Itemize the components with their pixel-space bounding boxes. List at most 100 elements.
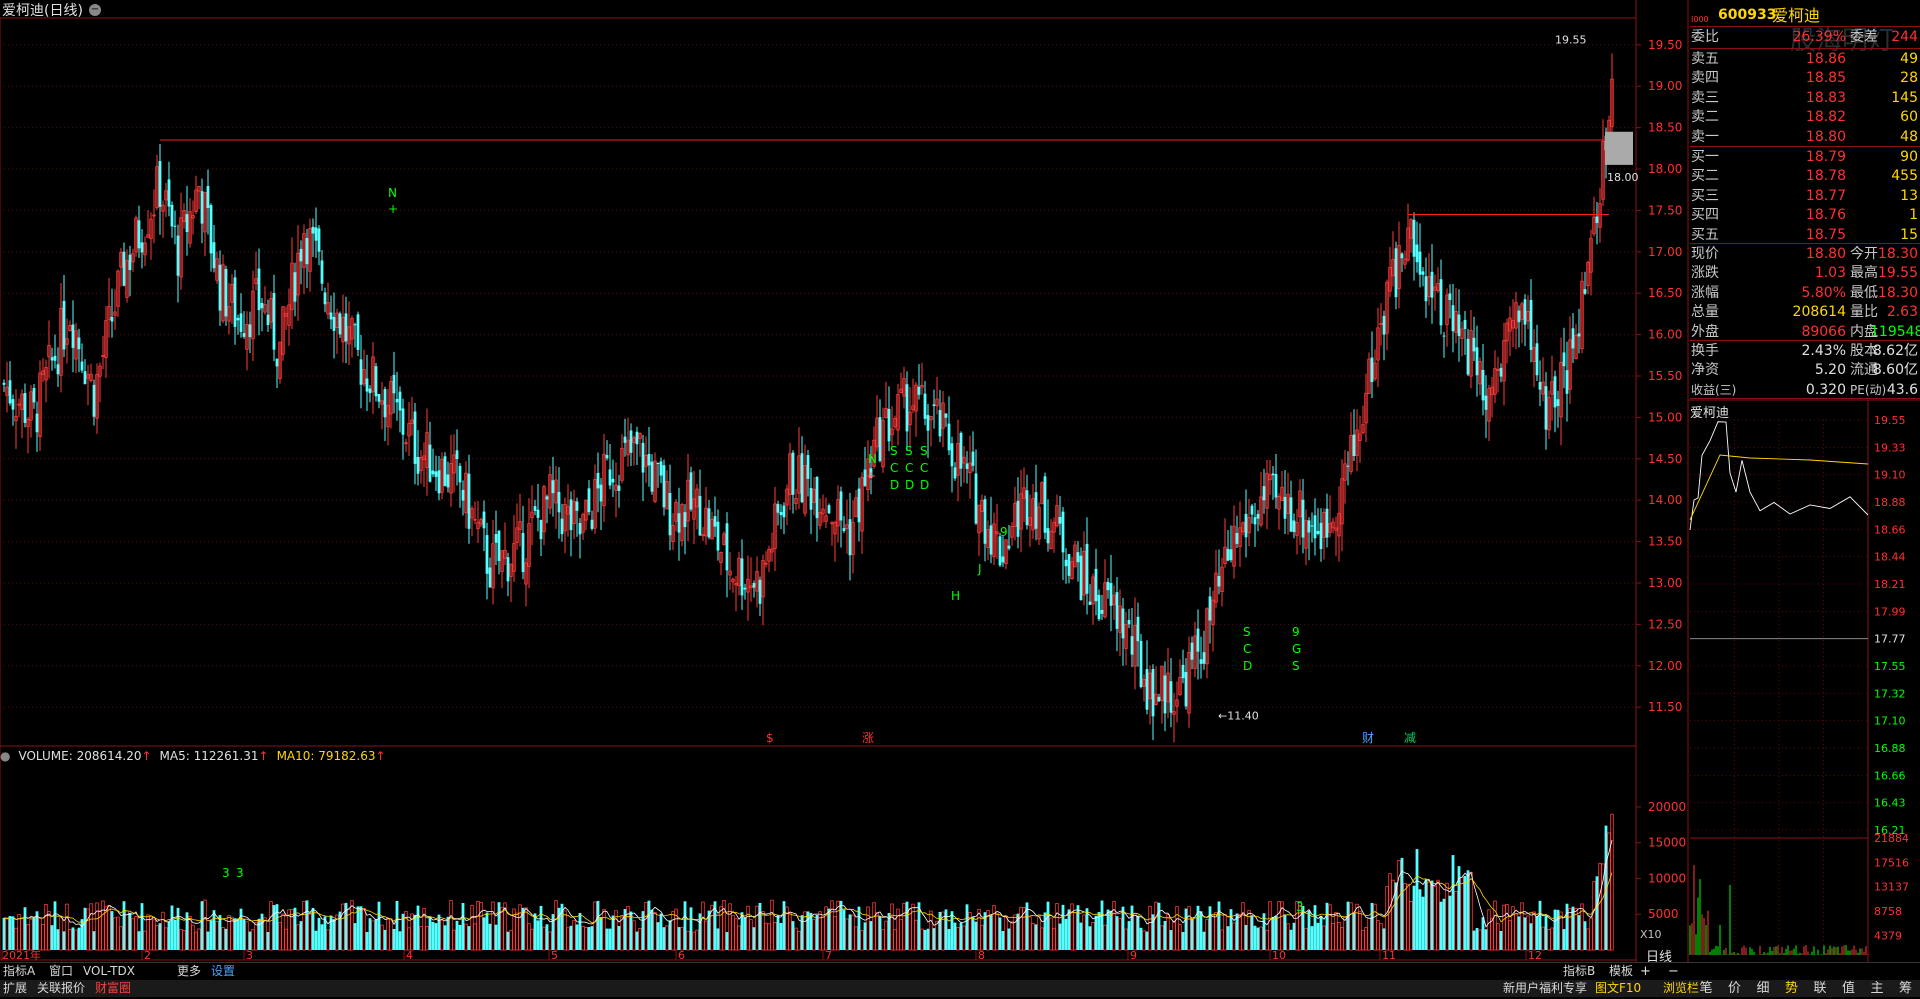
candle-body (1310, 525, 1314, 527)
candle-body (173, 225, 177, 227)
candle-body (485, 535, 489, 574)
tab-4[interactable]: 设置 (208, 963, 238, 980)
fundamental-row: 换手 2.43% 股本 8.62亿 (1690, 342, 1920, 361)
price-tick-label: 14.00 (1648, 493, 1682, 507)
candle-body (377, 394, 381, 402)
candle-body (218, 264, 222, 311)
bottom-toolbar: 指标A 窗口 VOL-TDX 更多 设置 指标B 模板 (0, 962, 1920, 980)
candle-body (1199, 659, 1203, 664)
tab-1[interactable]: 模板 (1606, 963, 1636, 980)
quote-tab-0[interactable]: 笔 (1692, 980, 1720, 997)
bid-row[interactable]: 买一 18.79 90 (1690, 148, 1920, 167)
minus-circle-icon[interactable]: − (88, 4, 101, 16)
candle-body (605, 454, 609, 459)
candle-body (311, 226, 315, 234)
tab-1[interactable]: 关联报价 (34, 980, 88, 997)
candle-body (170, 204, 174, 227)
bid-row[interactable]: 买五 18.75 15 (1690, 226, 1920, 245)
tab-1[interactable]: 窗口 (46, 963, 76, 980)
quote-tab-6[interactable]: 主 (1863, 980, 1891, 997)
volume-bar (803, 911, 807, 951)
candle-body (428, 444, 432, 482)
settings-dot-icon[interactable]: ● (0, 749, 10, 763)
bottom-status-bar: 扩展 关联报价 财富圈 新用户福利专享 图文F10 浏览栏 (0, 980, 1920, 997)
stat-value: 18.80 (1805, 246, 1846, 262)
volume-bar (428, 916, 432, 950)
volume-bar (1118, 918, 1122, 951)
candle-body (1424, 276, 1428, 302)
zoom-in-button[interactable]: + (1640, 964, 1651, 979)
volume-bar (1463, 875, 1467, 950)
candle-body (839, 491, 843, 521)
candle-body (1292, 520, 1296, 533)
volume-bar (524, 907, 528, 951)
candle-body (1046, 528, 1050, 544)
quote-tab-1[interactable]: 价 (1721, 980, 1749, 997)
quote-tab-7[interactable]: 筹 (1892, 980, 1920, 997)
ask-row[interactable]: 卖二 18.82 60 (1690, 108, 1920, 127)
tab-1[interactable]: 图文F10 (1592, 980, 1644, 997)
signal-marker: 9 (1292, 625, 1300, 639)
volume-bar (1349, 902, 1353, 951)
kline-chart[interactable]: 18.00 19.55 ←11.40 19.50 19.00 18.50 18.00 17.… (0, 0, 1920, 999)
row-label: 卖一 (1691, 128, 1719, 145)
candle-body (1079, 555, 1083, 601)
row-price: 18.77 (1805, 187, 1846, 204)
tab-0[interactable]: 扩展 (0, 980, 30, 997)
tab-2[interactable]: 财富圈 (92, 980, 134, 997)
candle-body (233, 277, 237, 327)
volume-bar (59, 916, 63, 951)
volume-bar (161, 911, 165, 951)
candle-body (50, 357, 54, 361)
candle-body (437, 470, 441, 494)
volume-bar (434, 923, 438, 950)
quote-tab-2[interactable]: 细 (1749, 980, 1777, 997)
candle-body (1583, 289, 1587, 294)
candle-body (1085, 543, 1089, 594)
volume-bar (1046, 901, 1050, 950)
volume-bar (218, 915, 222, 950)
quote-tab-4[interactable]: 联 (1806, 980, 1834, 997)
time-tick-label: 11 (1382, 949, 1396, 962)
candle-body (1283, 496, 1287, 519)
ask-row[interactable]: 卖一 18.80 48 (1690, 128, 1920, 147)
volume-bar (1232, 922, 1236, 951)
high-price-label: 19.55 (1555, 34, 1587, 47)
bid-row[interactable]: 买四 18.76 1 (1690, 206, 1920, 225)
volume-bar (479, 902, 483, 951)
tab-2[interactable]: VOL-TDX (80, 963, 138, 980)
volume-bar (989, 915, 993, 950)
stat-label: 外盘 (1691, 323, 1719, 340)
zoom-out-button[interactable]: − (1668, 964, 1679, 979)
ask-row[interactable]: 卖五 18.86 49 (1690, 50, 1920, 69)
candle-body (446, 474, 450, 488)
bid-row[interactable]: 买二 18.78 455 (1690, 167, 1920, 186)
tab-0[interactable]: 指标B (1560, 963, 1598, 980)
volume-bar (605, 928, 609, 950)
quote-tab-3[interactable]: 势 (1778, 980, 1806, 997)
tab-0[interactable]: 新用户福利专享 (1500, 980, 1590, 997)
candle-body (557, 491, 561, 513)
volume-bar (1178, 924, 1182, 951)
ask-row[interactable]: 卖四 18.85 28 (1690, 69, 1920, 88)
volume-bar (245, 921, 249, 951)
volume-bar (515, 912, 519, 951)
bid-row[interactable]: 买三 18.77 13 (1690, 187, 1920, 206)
tab-0[interactable]: 指标A (0, 963, 38, 980)
price-tick-label: 17.00 (1648, 245, 1682, 259)
volume-bar (68, 929, 72, 951)
tab-3[interactable]: 更多 (174, 963, 204, 980)
ask-row[interactable]: 卖三 18.83 145 (1690, 89, 1920, 108)
stat-value: 2.43% (1801, 343, 1846, 359)
quote-tab-5[interactable]: 值 (1835, 980, 1863, 997)
intraday-price-label: 16.43 (1874, 797, 1906, 810)
candle-body (659, 461, 663, 476)
stat-value: 8.62亿 (1872, 343, 1918, 359)
volume-bar (149, 915, 153, 951)
volume-bar (239, 908, 243, 950)
volume-bar (1412, 885, 1416, 950)
price-tick-label: 11.50 (1648, 700, 1682, 714)
candle-body (167, 179, 171, 207)
volume-bar (1331, 923, 1335, 951)
volume-bar (1442, 898, 1446, 950)
